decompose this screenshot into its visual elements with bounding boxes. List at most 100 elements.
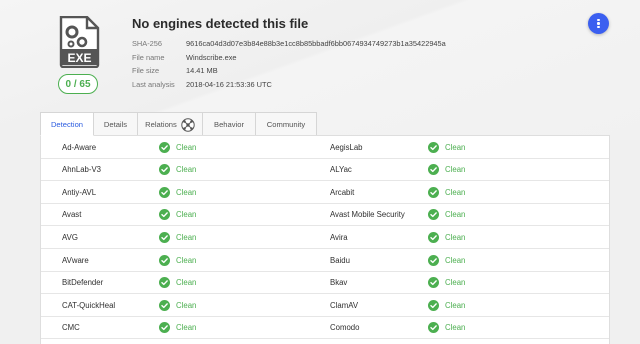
more-options-button[interactable] bbox=[588, 13, 609, 34]
engine-name: Arcabit bbox=[330, 187, 355, 197]
engine-name: Avast bbox=[62, 210, 82, 220]
table-row: CMC Clean Comodo Clean bbox=[41, 317, 609, 340]
check-circle-icon bbox=[428, 164, 439, 176]
status-label: Clean bbox=[176, 323, 197, 333]
tab-community[interactable]: Community bbox=[255, 112, 317, 136]
table-row: Ad-Aware Clean AegisLab Clean bbox=[41, 136, 609, 159]
check-circle-icon bbox=[428, 186, 439, 198]
engine-name: CMC bbox=[62, 323, 80, 333]
status-badge: Clean bbox=[428, 317, 465, 339]
status-label: Clean bbox=[445, 278, 466, 288]
status-label: Clean bbox=[445, 232, 466, 242]
engine-name: Antiy-AVL bbox=[62, 187, 97, 197]
file-type-label: EXE bbox=[67, 51, 91, 65]
meta-value: 14.41 MB bbox=[186, 66, 218, 76]
engine-name: Bkav bbox=[330, 278, 348, 288]
detection-ratio-badge: 0 / 65 bbox=[58, 74, 98, 94]
engine-name: Ad-Aware bbox=[62, 142, 97, 152]
status-label: Clean bbox=[445, 142, 466, 152]
tab-bar: Detection Details Relations Behavior Com… bbox=[40, 112, 317, 136]
file-metadata: SHA-256 9616ca04d3d07e3b84e88b3e1cc8b85b… bbox=[132, 37, 446, 91]
check-circle-icon bbox=[428, 254, 439, 266]
more-vert-icon bbox=[597, 18, 600, 21]
meta-value: 9616ca04d3d07e3b84e88b3e1cc8b85bbadf6bb0… bbox=[186, 39, 446, 49]
file-summary-header: EXE 0 / 65 No engines detected this file… bbox=[0, 0, 640, 112]
status-badge: Clean bbox=[428, 181, 465, 203]
engine-name: AVware bbox=[62, 255, 89, 265]
status-label: Clean bbox=[445, 165, 466, 175]
engine-name: Avast Mobile Security bbox=[330, 210, 405, 220]
status-badge: Clean bbox=[159, 159, 196, 181]
page-title: No engines detected this file bbox=[132, 16, 309, 31]
status-badge: Clean bbox=[428, 136, 465, 158]
graph-icon bbox=[181, 117, 195, 132]
check-circle-icon bbox=[428, 277, 439, 289]
engine-name: CAT-QuickHeal bbox=[62, 300, 116, 310]
engine-name: Baidu bbox=[330, 255, 350, 265]
status-badge: Clean bbox=[159, 272, 196, 294]
check-circle-icon bbox=[159, 141, 170, 153]
meta-value: Windscribe.exe bbox=[186, 52, 237, 62]
check-circle-icon bbox=[159, 209, 170, 221]
status-badge: Clean bbox=[428, 204, 465, 226]
status-label: Clean bbox=[176, 210, 197, 220]
table-row: AhnLab-V3 Clean ALYac Clean bbox=[41, 159, 609, 182]
engine-name: ALYac bbox=[330, 165, 352, 175]
status-label: Clean bbox=[176, 142, 197, 152]
status-badge: Clean bbox=[159, 204, 196, 226]
status-badge: Clean bbox=[159, 294, 196, 316]
meta-key: Last analysis bbox=[132, 80, 175, 90]
check-circle-icon bbox=[428, 209, 439, 221]
status-badge: Clean bbox=[428, 226, 465, 248]
status-label: Clean bbox=[445, 255, 466, 265]
engine-name: Comodo bbox=[330, 323, 360, 333]
status-badge: Clean bbox=[159, 181, 196, 203]
check-circle-icon bbox=[428, 141, 439, 153]
status-label: Clean bbox=[445, 323, 466, 333]
meta-row-file-name: File name Windscribe.exe bbox=[132, 51, 446, 65]
check-circle-icon bbox=[428, 322, 439, 334]
more-vert-icon-dot bbox=[597, 22, 600, 25]
meta-value: 2018-04-16 21:53:36 UTC bbox=[186, 80, 272, 90]
status-label: Clean bbox=[176, 278, 197, 288]
status-label: Clean bbox=[176, 300, 197, 310]
meta-key: SHA-256 bbox=[132, 39, 162, 49]
check-circle-icon bbox=[159, 231, 170, 243]
status-badge: Clean bbox=[159, 136, 196, 158]
tab-behavior[interactable]: Behavior bbox=[202, 112, 256, 136]
meta-row-last-analysis: Last analysis 2018-04-16 21:53:36 UTC bbox=[132, 78, 446, 92]
status-label: Clean bbox=[176, 232, 197, 242]
check-circle-icon bbox=[159, 164, 170, 176]
check-circle-icon bbox=[159, 299, 170, 311]
tab-relations[interactable]: Relations bbox=[137, 112, 203, 136]
status-label: Clean bbox=[176, 165, 197, 175]
status-badge: Clean bbox=[428, 159, 465, 181]
engine-name: AhnLab-V3 bbox=[62, 165, 102, 175]
table-row: Avast Clean Avast Mobile Security Clean bbox=[41, 204, 609, 227]
status-badge: Clean bbox=[159, 249, 196, 271]
check-circle-icon bbox=[428, 231, 439, 243]
detection-results-table: Ad-Aware Clean AegisLab Clean AhnLab-V3 Clean… bbox=[40, 135, 610, 344]
status-label: Clean bbox=[445, 300, 466, 310]
more-vert-icon-dot bbox=[597, 26, 600, 29]
status-label: Clean bbox=[176, 255, 197, 265]
status-label: Clean bbox=[176, 187, 197, 197]
check-circle-icon bbox=[159, 186, 170, 198]
tab-detection[interactable]: Detection bbox=[40, 112, 94, 136]
meta-key: File name bbox=[132, 52, 165, 62]
table-row: AVG Clean Avira Clean bbox=[41, 226, 609, 249]
engine-name: ClamAV bbox=[330, 300, 359, 310]
tab-details[interactable]: Details bbox=[93, 112, 138, 136]
meta-row-sha256: SHA-256 9616ca04d3d07e3b84e88b3e1cc8b85b… bbox=[132, 37, 446, 51]
table-row: CAT-QuickHeal Clean ClamAV Clean bbox=[41, 294, 609, 317]
engine-name: AVG bbox=[62, 232, 78, 242]
table-row: Antiy-AVL Clean Arcabit Clean bbox=[41, 181, 609, 204]
engine-name: AegisLab bbox=[330, 142, 363, 152]
check-circle-icon bbox=[159, 322, 170, 334]
tab-label: Details bbox=[103, 120, 128, 129]
check-circle-icon bbox=[159, 277, 170, 289]
check-circle-icon bbox=[428, 299, 439, 311]
table-row: BitDefender Clean Bkav Clean bbox=[41, 272, 609, 295]
status-label: Clean bbox=[445, 210, 466, 220]
exe-file-icon: EXE bbox=[59, 16, 100, 68]
